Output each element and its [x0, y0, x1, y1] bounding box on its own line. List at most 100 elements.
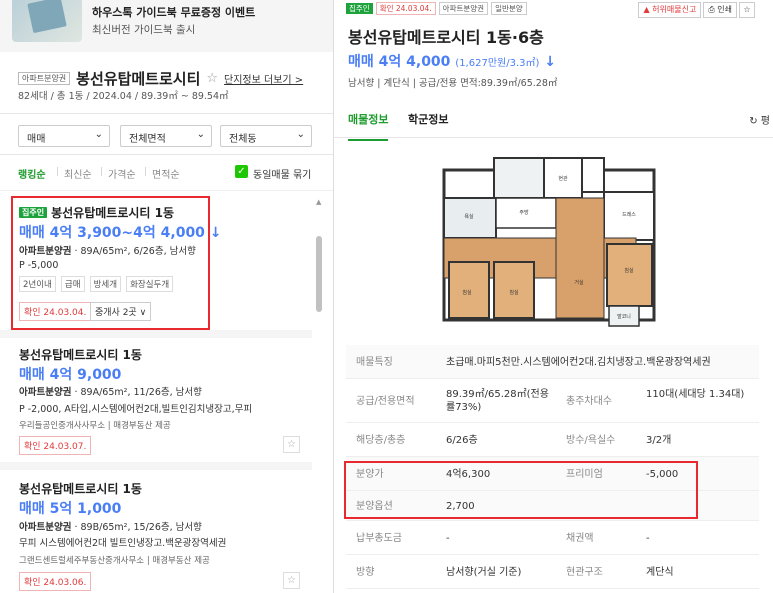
row-key: 채권액 — [566, 533, 594, 544]
row-key: 총주차대수 — [566, 396, 612, 407]
listing-list: 집주인 봉선유탑메트로시티 1동 매매 4억 3,900~4억 4,000 ↓ … — [0, 192, 312, 593]
row-value: - — [646, 533, 650, 544]
complex-type-tag: 아파트분양권 — [18, 72, 71, 85]
trade-type-select[interactable]: 매매 ⌄ — [18, 125, 110, 147]
row-value: 계단식 — [646, 567, 674, 578]
report-button[interactable]: ▲ 허위매물신고 — [638, 2, 702, 18]
listing-source: 우리들공인중개사사무소 | 매경부동산 제공 — [19, 421, 171, 431]
row-value: 3/2개 — [646, 435, 672, 446]
row-key: 방향 — [356, 567, 375, 578]
listing-panel: 하우스톡 가이드북 무료증정 이벤트 최신버전 가이드북 출시 아파트분양권 봉… — [0, 0, 333, 593]
ad-subtitle: 최신버전 가이드북 출시 — [92, 24, 196, 36]
sort-area[interactable]: 면적순 — [152, 166, 180, 181]
tab-listing-info[interactable]: 매물정보 — [348, 111, 389, 141]
listing-source: 그랜드센트럴세주부동산중개사무소 | 매경부동산 제공 — [19, 556, 210, 566]
star-icon[interactable]: ☆ — [283, 572, 300, 589]
listing-type: 아파트분양권 — [19, 522, 72, 533]
price-down-icon: ↓ — [544, 54, 557, 70]
building-select[interactable]: 전체동 ⌄ — [220, 125, 312, 147]
sort-bar: 랭킹순 | 최신순 | 가격순 | 면적순 ✓ 동일매물 묶기 — [0, 155, 333, 191]
scrollbar[interactable]: ▲ — [315, 198, 323, 593]
listing-spec: 아파트분양권 · 89B/65m², 15/26층, 남서향 — [19, 519, 202, 533]
building-value: 전체동 — [229, 134, 257, 145]
listing-description: 무피 시스템에어컨2대 빌트인냉장고.백운광장역세권 — [19, 538, 227, 549]
unit-toggle-label: 평 — [760, 116, 770, 127]
plan-label: 주방 — [519, 209, 529, 216]
same-listing-label: 동일매물 묶기 — [253, 170, 312, 181]
star-icon[interactable]: ☆ — [739, 2, 755, 18]
detail-title: 봉선유탑메트로시티 1동·6층 — [348, 28, 544, 47]
floor-plan-image: 침실 침실 침실 거실 주방 욕실 드레스 발코니 현관 — [424, 152, 674, 342]
refresh-icon: ↻ — [749, 116, 761, 127]
area-select[interactable]: 전체면적 ⌄ — [120, 125, 212, 147]
row-value: 89.39㎡/65.28㎡(전용률73%) — [446, 389, 549, 413]
divider — [0, 462, 312, 470]
print-button[interactable]: ⎙ 인쇄 — [703, 2, 737, 18]
table-row: 공급/전용면적 89.39㎡/65.28㎡(전용률73%) 총주차대수 110대… — [346, 379, 759, 423]
row-key: 해당층/총층 — [356, 435, 406, 446]
sort-ranking[interactable]: 랭킹순 — [18, 166, 46, 181]
tab-school-info[interactable]: 학군정보 — [408, 111, 448, 127]
detail-tags: 집주인 확인 24.03.04. 아파트분양권 일반분양 — [346, 2, 527, 15]
sale-type-tag: 일반분양 — [491, 2, 527, 15]
table-row: 해당층/총층 6/26층 방수/욕실수 3/2개 — [346, 423, 759, 457]
ad-banner[interactable]: 하우스톡 가이드북 무료증정 이벤트 최신버전 가이드북 출시 — [0, 0, 333, 52]
row-key: 방수/욕실수 — [566, 435, 616, 446]
plan-label: 발코니 — [617, 313, 631, 320]
list-item[interactable]: 봉선유탑메트로시티 1동 매매 4억 9,000 아파트분양권 · 89A/65… — [0, 338, 312, 468]
listing-description: P -2,000, A타입,시스템에어컨2대,빌트인김치냉장고,무피 — [19, 404, 253, 415]
detail-panel: 집주인 확인 24.03.04. 아파트분양권 일반분양 ▲ 허위매물신고 ⎙ … — [333, 0, 773, 593]
scrollbar-thumb[interactable] — [316, 236, 322, 312]
area-value: 전체면적 — [129, 134, 166, 145]
table-row: 매물특징 초급매.마피5천만.시스템에어컨2대.김치냉장고.백운광장역세권 — [346, 345, 759, 379]
table-row: 방향 남서향(거실 기준) 현관구조 계단식 — [346, 555, 759, 589]
chevron-down-icon: ⌄ — [94, 129, 103, 140]
plan-label: 욕실 — [464, 213, 474, 220]
row-key: 현관구조 — [566, 567, 603, 578]
star-icon[interactable]: ☆ — [206, 71, 218, 86]
app: 하우스톡 가이드북 무료증정 이벤트 최신버전 가이드북 출시 아파트분양권 봉… — [0, 0, 773, 593]
plan-label: 침실 — [624, 267, 634, 274]
table-row: 납부총도금 - 채권액 - — [346, 521, 759, 555]
listing-spec-text: · 89B/65m², 15/26층, 남서향 — [71, 522, 202, 533]
detail-price-text: 매매 4억 4,000 — [348, 54, 451, 70]
chevron-down-icon: ⌄ — [296, 129, 305, 140]
siren-icon: ▲ — [643, 5, 653, 14]
plan-label: 침실 — [509, 289, 519, 296]
row-value: 남서향(거실 기준) — [446, 567, 522, 578]
price-per-area: (1,627만원/3.3㎡) — [455, 58, 540, 69]
row-key: 납부총도금 — [356, 533, 402, 544]
print-icon: ⎙ — [708, 5, 718, 14]
guidebook-thumbnail — [12, 0, 82, 42]
highlight-box — [11, 196, 210, 330]
row-value: - — [446, 533, 450, 544]
sort-divider: | — [100, 167, 104, 177]
plan-label: 침실 — [462, 289, 472, 296]
listing-price: 매매 4억 9,000 — [19, 367, 122, 383]
star-icon[interactable]: ☆ — [283, 436, 300, 453]
listing-price: 매매 5억 1,000 — [19, 501, 122, 517]
confirm-date-badge: 확인 24.03.06. — [19, 572, 92, 591]
plan-label: 거실 — [574, 279, 584, 286]
highlight-box — [344, 461, 698, 519]
row-value: 6/26층 — [446, 435, 478, 446]
chevron-down-icon: ⌄ — [196, 129, 205, 140]
unit-toggle[interactable]: ↻ 평 — [749, 112, 770, 127]
sort-divider: | — [56, 167, 60, 177]
scroll-up-icon[interactable]: ▲ — [316, 198, 321, 206]
listing-type: 아파트분양권 — [19, 387, 72, 398]
sort-price[interactable]: 가격순 — [108, 166, 136, 181]
divider — [0, 330, 312, 338]
checkbox-checked-icon[interactable]: ✓ — [235, 165, 248, 178]
list-item[interactable]: 봉선유탑메트로시티 1동 매매 5억 1,000 아파트분양권 · 89B/65… — [0, 470, 312, 593]
listing-spec: 아파트분양권 · 89A/65m², 11/26층, 남서향 — [19, 384, 202, 398]
complex-info: 82세대 / 총 1동 / 2024.04 / 89.39㎡ ~ 89.54㎡ — [18, 91, 229, 102]
complex-info-link[interactable]: 단지정보 더보기 > — [224, 71, 303, 86]
row-value: 초급매.마피5천만.시스템에어컨2대.김치냉장고.백운광장역세권 — [446, 357, 711, 368]
listing-title: 봉선유탑메트로시티 1동 — [19, 482, 142, 496]
detail-meta: 남서향 | 계단식 | 공급/전용 면적:89.39㎡/65.28㎡ — [348, 78, 558, 89]
sort-latest[interactable]: 최신순 — [64, 166, 92, 181]
sort-divider: | — [144, 167, 148, 177]
detail-actions: ▲ 허위매물신고 ⎙ 인쇄 ☆ — [638, 2, 755, 18]
report-label: 허위매물신고 — [652, 5, 697, 14]
